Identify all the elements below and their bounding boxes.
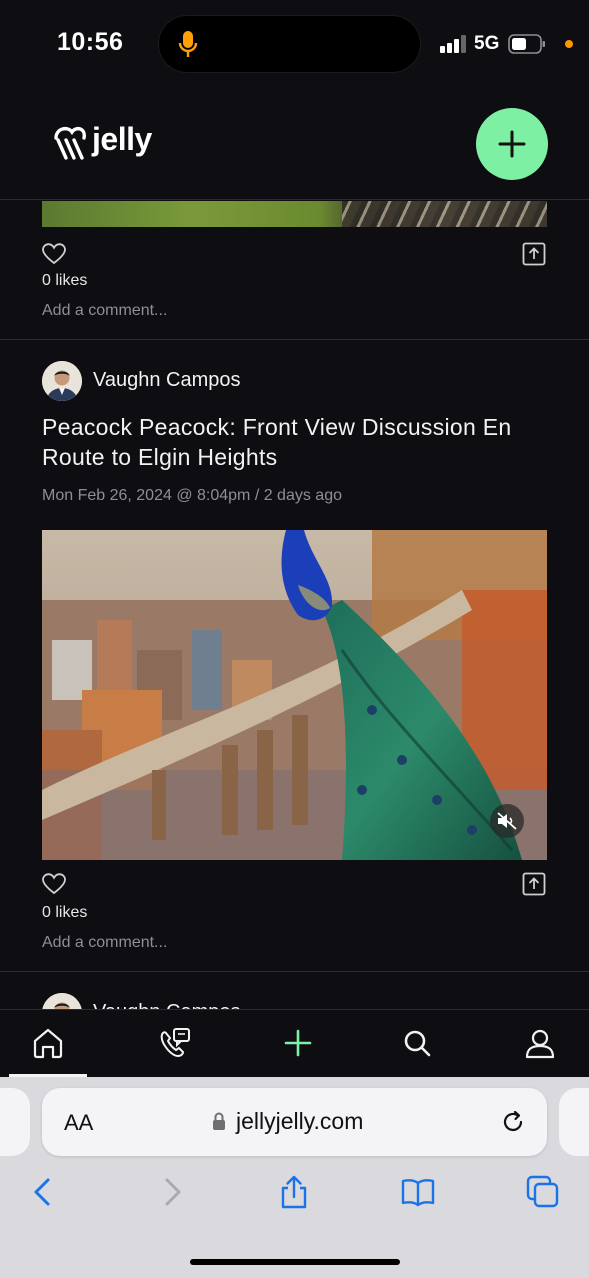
likes-count: 0 likes: [42, 272, 88, 289]
post-author[interactable]: Vaughn Campos: [93, 369, 241, 392]
network-label: 5G: [474, 33, 500, 54]
post-date: Mon Feb 26, 2024 @ 8:04pm / 2 days ago: [42, 487, 342, 504]
video-call-icon[interactable]: [158, 1026, 192, 1060]
comment-input[interactable]: Add a comment...: [42, 302, 167, 320]
next-tab[interactable]: [559, 1088, 589, 1156]
post-author[interactable]: Vaughn Campos: [93, 1001, 241, 1009]
tabs-icon[interactable]: [526, 1175, 560, 1209]
previous-post-image[interactable]: [42, 201, 547, 227]
avatar[interactable]: [42, 993, 82, 1009]
share-icon[interactable]: [522, 872, 546, 896]
heart-icon[interactable]: [41, 242, 67, 266]
dynamic-island: [158, 15, 421, 73]
battery-icon: [508, 34, 545, 54]
post-divider: [0, 339, 589, 340]
signal-icon: [440, 35, 466, 53]
feed[interactable]: 0 likes Add a comment... Vaughn Campos P…: [0, 201, 589, 1009]
create-post-button[interactable]: [476, 108, 548, 180]
comment-input[interactable]: Add a comment...: [42, 934, 167, 952]
previous-tab[interactable]: [0, 1088, 30, 1156]
jelly-logo-icon[interactable]: [52, 124, 88, 162]
home-icon[interactable]: [31, 1026, 65, 1060]
heart-icon[interactable]: [41, 872, 67, 896]
avatar[interactable]: [42, 361, 82, 401]
post-title[interactable]: Peacock Peacock: Front View Discussion E…: [42, 412, 542, 472]
privacy-indicator: [565, 40, 573, 48]
likes-count: 0 likes: [42, 904, 88, 921]
address-bar[interactable]: AA jellyjelly.com: [42, 1088, 547, 1156]
logo-text[interactable]: jelly: [92, 121, 152, 158]
peacock-image: [42, 530, 547, 860]
share-icon[interactable]: [277, 1175, 311, 1209]
bottom-nav: [0, 1009, 589, 1077]
forward-icon[interactable]: [155, 1175, 189, 1209]
post-divider: [0, 971, 589, 972]
plus-icon[interactable]: [281, 1026, 315, 1060]
home-indicator[interactable]: [190, 1259, 400, 1265]
reload-icon[interactable]: [500, 1109, 526, 1135]
search-icon[interactable]: [400, 1026, 434, 1060]
muted-speaker-icon: [497, 812, 517, 830]
status-time: 10:56: [57, 28, 124, 56]
post-video[interactable]: [42, 530, 547, 860]
lock-icon: [213, 1112, 225, 1130]
status-bar: 10:56 5G: [0, 0, 589, 90]
bookmarks-icon[interactable]: [401, 1175, 435, 1209]
url-text[interactable]: jellyjelly.com: [236, 1108, 363, 1135]
mute-button[interactable]: [490, 804, 524, 838]
app-header: jelly: [0, 90, 589, 200]
microphone-icon: [178, 31, 198, 57]
browser-toolbar: AA jellyjelly.com: [0, 1077, 589, 1278]
back-icon[interactable]: [26, 1175, 60, 1209]
share-icon[interactable]: [522, 242, 546, 266]
profile-icon[interactable]: [523, 1026, 557, 1060]
reader-settings-button[interactable]: AA: [64, 1110, 93, 1136]
plus-icon: [498, 130, 526, 158]
